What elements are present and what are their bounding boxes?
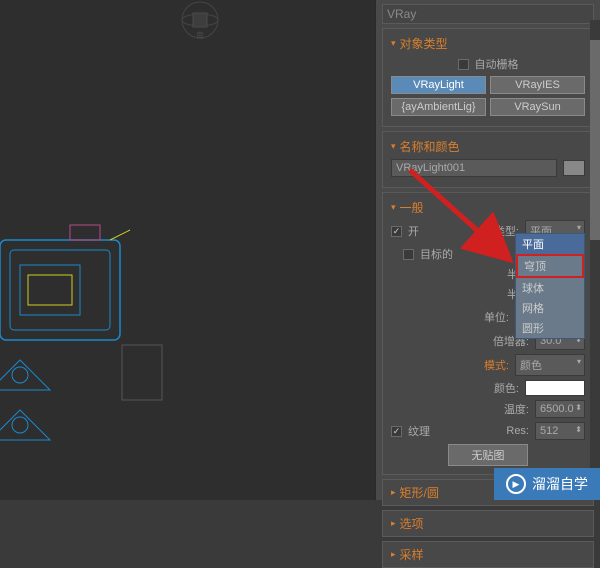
rollout-title-label: 一般	[400, 199, 424, 216]
target-checkbox[interactable]	[403, 249, 414, 260]
scrollbar-thumb[interactable]	[590, 40, 600, 240]
on-label: 开	[408, 223, 488, 239]
rollout-options: 选项	[382, 510, 594, 537]
vrayies-button[interactable]: VRayIES	[490, 76, 585, 94]
panel-scrollbar[interactable]	[590, 20, 600, 490]
rollout-name-color: 名称和颜色	[382, 131, 594, 188]
watermark: 溜溜自学	[494, 468, 600, 500]
play-icon	[506, 474, 526, 494]
rollout-header-name-color[interactable]: 名称和颜色	[391, 136, 585, 157]
object-color-swatch[interactable]	[563, 160, 585, 176]
temperature-label: 温度:	[504, 401, 529, 417]
mode-label: 模式:	[484, 357, 509, 373]
color-swatch[interactable]	[525, 380, 585, 396]
auto-grid-checkbox[interactable]	[458, 59, 469, 70]
on-checkbox[interactable]	[391, 226, 402, 237]
rollout-title-label: 采样	[400, 546, 424, 563]
vraylight-button[interactable]: VRayLight	[391, 76, 486, 94]
object-name-input[interactable]	[391, 159, 557, 177]
vraysun-button[interactable]: VRaySun	[490, 98, 585, 116]
dropdown-item-mesh[interactable]: 网格	[516, 298, 584, 318]
rollout-title-label: 选项	[400, 515, 424, 532]
rollout-object-type: 对象类型 自动栅格 VRayLight VRayIES {ayAmbientLi…	[382, 28, 594, 127]
rollout-header-object-type[interactable]: 对象类型	[391, 33, 585, 54]
rollout-header-general[interactable]: 一般	[391, 197, 585, 218]
vrayambient-button[interactable]: {ayAmbientLig}	[391, 98, 486, 116]
rollout-general: 一般 开 类型: 平面 目标的 平面 穹顶 球体 网格 圆形 半长 半高 单	[382, 192, 594, 475]
navigation-cube[interactable]: 南	[165, 0, 235, 40]
command-panel: VRay 对象类型 自动栅格 VRayLight VRayIES {ayAmbi…	[375, 0, 600, 500]
mode-value: 颜色	[520, 360, 542, 372]
type-dropdown-menu: 平面 穹顶 球体 网格 圆形	[515, 233, 585, 339]
rollout-sampling: 采样	[382, 541, 594, 568]
rollout-header-options[interactable]: 选项	[391, 513, 585, 534]
dropdown-item-dome[interactable]: 穹顶	[516, 254, 584, 278]
rollout-header-sampling[interactable]: 采样	[391, 544, 585, 565]
res-spinner[interactable]: 512	[535, 422, 585, 440]
color-label: 颜色:	[494, 380, 519, 396]
dropdown-item-sphere[interactable]: 球体	[516, 278, 584, 298]
texture-label: 纹理	[408, 423, 500, 439]
res-label: Res:	[506, 425, 529, 437]
rollout-title-label: 名称和颜色	[400, 138, 460, 155]
svg-text:南: 南	[196, 30, 204, 40]
viewport-3d[interactable]: 南	[0, 0, 375, 500]
target-label: 目标的	[420, 246, 453, 262]
mode-dropdown[interactable]: 颜色	[515, 354, 585, 376]
watermark-text: 溜溜自学	[532, 474, 588, 494]
rollout-title-label: 矩形/圆	[400, 484, 439, 501]
texture-checkbox[interactable]	[391, 426, 402, 437]
auto-grid-label: 自动栅格	[475, 56, 519, 72]
no-map-button[interactable]: 无贴图	[448, 444, 528, 466]
dropdown-item-disc[interactable]: 圆形	[516, 318, 584, 338]
panel-title: VRay	[382, 4, 594, 24]
wireframe-drawing	[0, 180, 180, 480]
units-label: 单位:	[484, 309, 509, 325]
temperature-spinner[interactable]: 6500.0	[535, 400, 585, 418]
rollout-title-label: 对象类型	[400, 35, 448, 52]
dropdown-item-plane[interactable]: 平面	[516, 234, 584, 254]
